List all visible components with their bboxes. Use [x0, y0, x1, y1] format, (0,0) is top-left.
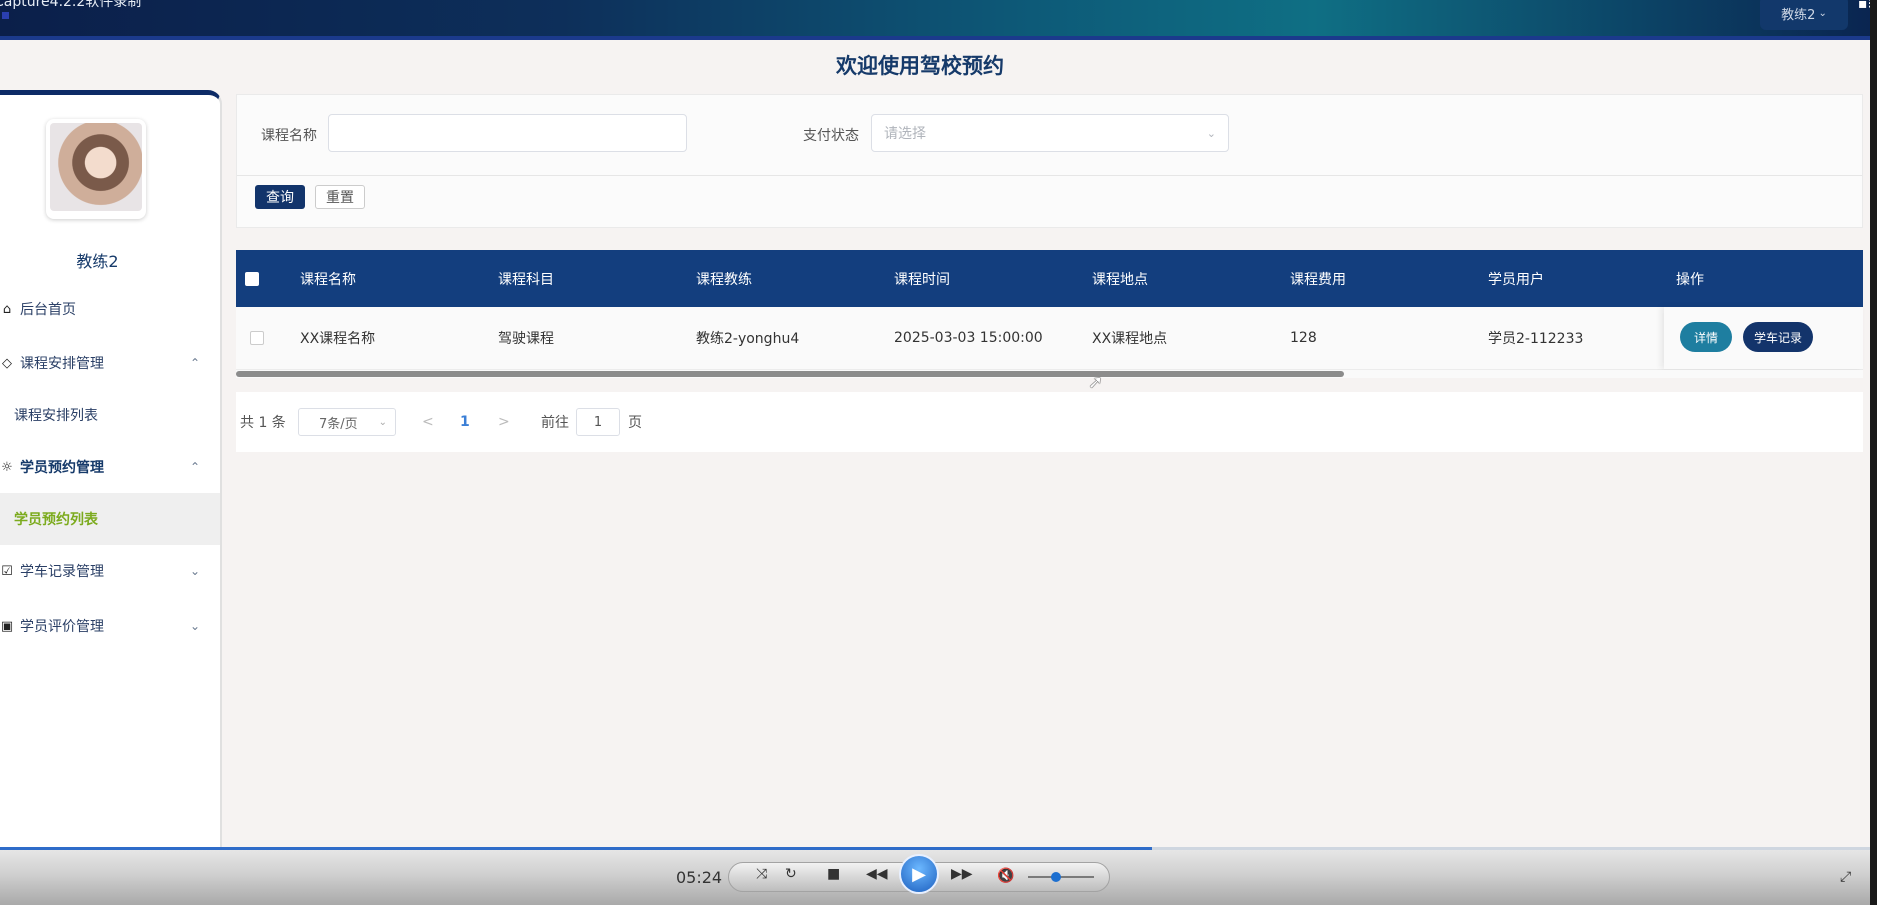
chevron-up-icon: ⌃: [190, 356, 201, 370]
driving-record-button[interactable]: 学车记录: [1743, 322, 1813, 352]
chevron-up-icon: ⌃: [190, 460, 201, 474]
avatar[interactable]: [50, 123, 142, 211]
column-header[interactable]: 课程名称: [300, 250, 356, 307]
column-header[interactable]: 课程地点: [1092, 250, 1148, 307]
scrollbar-thumb[interactable]: [236, 371, 1344, 377]
goto-page-input[interactable]: 1: [576, 408, 620, 436]
chevron-down-icon: ⌄: [190, 619, 201, 633]
divider: [237, 175, 1862, 176]
mouse-cursor-icon: ➚: [1088, 372, 1104, 393]
window-title: Capture4.2.2软件录制: [0, 0, 142, 10]
sidebar-item-label: 学车记录管理: [20, 564, 104, 580]
check-square-icon: ☑: [1, 563, 13, 579]
user-menu-button[interactable]: 教练2 ⌄: [1760, 0, 1848, 30]
repeat-icon[interactable]: ↻: [785, 866, 797, 882]
search-panel: 课程名称 支付状态 请选择 ⌄ 查询 重置: [236, 94, 1863, 228]
next-page-button[interactable]: >: [498, 392, 510, 452]
play-icon[interactable]: ▶: [899, 854, 939, 894]
page-size-select[interactable]: 7条/页 ⌄: [298, 408, 396, 436]
cell-course-fee: 128: [1290, 330, 1317, 346]
shuffle-icon[interactable]: ⤨: [756, 866, 767, 882]
chevron-down-icon: ⌄: [1818, 7, 1827, 19]
chevron-down-icon: ⌄: [1206, 126, 1216, 140]
row-checkbox[interactable]: [250, 307, 264, 369]
user-menu-label: 教练2: [1781, 7, 1816, 23]
playback-time: 05:24: [676, 868, 723, 887]
chevron-down-icon: ⌄: [378, 416, 387, 428]
column-header[interactable]: 课程费用: [1290, 250, 1346, 307]
column-header[interactable]: 课程教练: [696, 250, 752, 307]
cell-course-time: 2025-03-03 15:00:00: [894, 330, 1043, 346]
chevron-down-icon: ⌄: [190, 564, 201, 578]
table-header: 课程名称 课程科目 课程教练 课程时间 课程地点 课程费用 学员用户 操作: [236, 250, 1863, 307]
sidebar-item-label: 后台首页: [20, 302, 76, 318]
volume-knob[interactable]: [1050, 872, 1061, 882]
row-actions: 详情 学车记录: [1664, 307, 1863, 369]
sidebar-item-student-review-mgmt[interactable]: ▣ 学员评价管理 ⌄: [0, 600, 220, 652]
current-page[interactable]: 1: [460, 392, 470, 452]
pay-status-select[interactable]: 请选择 ⌄: [871, 114, 1229, 152]
sidebar-item-home[interactable]: ⌂ 后台首页: [0, 283, 220, 335]
sidebar-item-course-schedule-mgmt[interactable]: ◇ 课程安排管理 ⌃: [0, 337, 220, 389]
tag-icon: ◇: [2, 355, 12, 371]
sidebar-item-label: 课程安排列表: [14, 408, 98, 424]
fullscreen-icon[interactable]: ⤢: [1840, 869, 1851, 885]
cell-course-subject: 驾驶课程: [498, 331, 554, 347]
sidebar-username: 教练2: [76, 252, 119, 271]
volume-slider[interactable]: [1028, 876, 1094, 878]
horizontal-scrollbar[interactable]: [236, 370, 1863, 378]
column-header[interactable]: 课程科目: [498, 250, 554, 307]
stop-icon[interactable]: ■: [827, 866, 840, 882]
pay-status-placeholder: 请选择: [884, 126, 926, 142]
avatar-frame: [46, 119, 146, 219]
cell-course-coach: 教练2-yonghu4: [696, 331, 800, 347]
pagination: 共 1 条 7条/页 ⌄ < 1 > 前往 1 页: [236, 392, 1863, 452]
cell-course-location: XX课程地点: [1092, 331, 1168, 347]
select-all-checkbox[interactable]: [245, 250, 259, 307]
query-button[interactable]: 查询: [255, 185, 305, 209]
sidebar-item-course-schedule-list[interactable]: 课程安排列表: [0, 389, 220, 441]
clipboard-icon: ▣: [0, 618, 14, 634]
top-bar: Capture4.2.2软件录制 教练2 ⌄ ▪⁝: [0, 0, 1877, 40]
goto-label: 前往: [541, 415, 569, 431]
sidebar-item-student-booking-list[interactable]: 学员预约列表: [0, 493, 220, 545]
pay-status-label: 支付状态: [803, 128, 859, 144]
detail-button[interactable]: 详情: [1680, 322, 1732, 352]
column-header[interactable]: 课程时间: [894, 250, 950, 307]
sidebar-item-label: 学员预约管理: [20, 460, 104, 476]
total-count: 共 1 条: [240, 415, 286, 431]
column-header: 操作: [1676, 271, 1704, 288]
table-row[interactable]: XX课程名称 驾驶课程 教练2-yonghu4 2025-03-03 15:00…: [236, 307, 1863, 370]
course-name-label: 课程名称: [261, 128, 317, 144]
data-table: 课程名称 课程科目 课程教练 课程时间 课程地点 课程费用 学员用户 操作 XX…: [236, 250, 1863, 378]
page-size-value: 7条/页: [319, 416, 358, 432]
sidebar-item-student-booking-mgmt[interactable]: ☼ 学员预约管理 ⌃: [0, 441, 220, 493]
sidebar-item-label: 学员评价管理: [20, 619, 104, 635]
mute-icon[interactable]: 🔇: [997, 868, 1014, 884]
prev-page-button[interactable]: <: [422, 392, 434, 452]
cell-course-name: XX课程名称: [300, 331, 376, 347]
sidebar-item-label: 课程安排管理: [20, 356, 104, 372]
column-header[interactable]: 学员用户: [1488, 250, 1544, 307]
cell-student-user: 学员2-112233: [1488, 331, 1584, 347]
home-icon: ⌂: [2, 301, 12, 317]
page-title: 欢迎使用驾校预约: [836, 54, 1004, 78]
app-icon: [2, 12, 9, 19]
sidebar-item-label: 学员预约列表: [14, 512, 98, 528]
media-player-bar: 05:24 ⤨ ↻ ■ ◀◀ ▶ ▶▶ 🔇 ⤢: [0, 850, 1877, 905]
page-unit-label: 页: [628, 415, 642, 431]
sidebar-item-driving-record-mgmt[interactable]: ☑ 学车记录管理 ⌄: [0, 545, 220, 597]
sidebar: 教练2 ⌂ 后台首页 ◇ 课程安排管理 ⌃ 课程安排列表 ☼ 学员预约管理 ⌃ …: [0, 90, 222, 880]
reset-button[interactable]: 重置: [315, 185, 365, 209]
gear-icon: ☼: [1, 459, 13, 475]
fast-forward-icon[interactable]: ▶▶: [951, 866, 973, 882]
rewind-icon[interactable]: ◀◀: [866, 866, 888, 882]
window-edge: [1870, 0, 1877, 905]
course-name-input[interactable]: [328, 114, 687, 152]
